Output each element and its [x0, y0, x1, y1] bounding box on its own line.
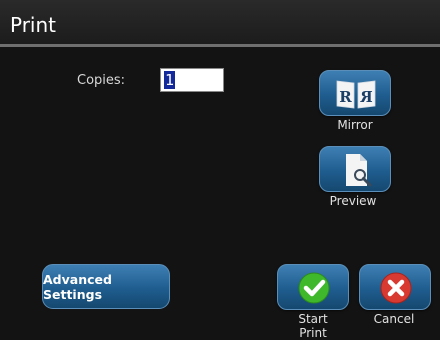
copies-label: Copies:: [77, 73, 126, 88]
svg-text:R: R: [339, 88, 352, 106]
start-print-label-line1: Start: [298, 312, 328, 326]
start-print-button[interactable]: [277, 264, 349, 310]
svg-text:R: R: [360, 88, 373, 106]
cancel-label: Cancel: [373, 312, 415, 326]
copies-input[interactable]: 1: [160, 68, 224, 92]
preview-icon: [346, 154, 372, 187]
page-title: Print: [10, 13, 57, 37]
mirror-label: Mirror: [337, 118, 373, 132]
preview-label: Preview: [329, 194, 377, 208]
mirror-icon: R R: [336, 80, 376, 109]
start-print-label-line2: Print: [299, 326, 327, 340]
advanced-settings-button[interactable]: Advanced Settings: [42, 264, 170, 309]
copies-value: 1: [164, 71, 176, 89]
checkmark-icon: [298, 272, 330, 304]
cancel-button[interactable]: [359, 264, 431, 310]
advanced-settings-label: Advanced Settings: [43, 271, 112, 302]
preview-button[interactable]: [319, 146, 391, 192]
start-print-label: Start Print: [268, 312, 358, 340]
mirror-button[interactable]: R R: [319, 70, 391, 116]
title-bar: Print: [0, 0, 440, 47]
cancel-x-icon: [380, 272, 412, 304]
